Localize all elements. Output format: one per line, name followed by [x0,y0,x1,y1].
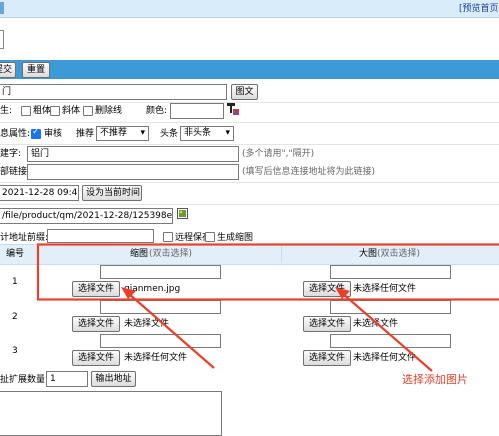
annotation-overlay [36,243,499,372]
annotation-highlight-box [36,243,499,301]
annotation-label: 选择添加图片 [402,373,468,386]
annotation-arrow-line [341,292,433,372]
annotation-arrow-line [127,292,215,369]
